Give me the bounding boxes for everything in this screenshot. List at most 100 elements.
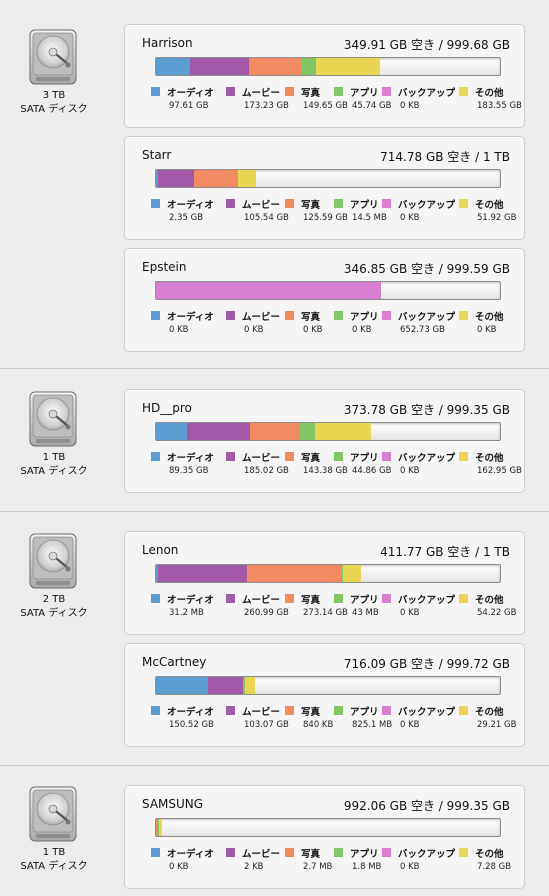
legend-value: 51.92 GB	[477, 213, 517, 223]
legend-label: アプリ	[350, 453, 379, 464]
legend-value: 162.95 GB	[477, 466, 522, 476]
legend-label: ムービー	[242, 312, 281, 323]
legend-value: 44.86 GB	[352, 466, 392, 476]
usage-segment-movies	[157, 565, 248, 582]
legend-label: オーディオ	[167, 453, 214, 464]
legend-label: その他	[475, 595, 504, 606]
section-divider	[0, 368, 549, 369]
legend-label: オーディオ	[167, 707, 214, 718]
legend-swatch	[285, 311, 294, 320]
legend-swatch	[382, 311, 391, 320]
usage-segment-other	[244, 677, 255, 694]
legend-value: 2.7 MB	[303, 862, 333, 872]
usage-segment-photos	[193, 170, 237, 187]
usage-segment-movies	[157, 170, 194, 187]
legend-value: 1.8 MB	[352, 862, 382, 872]
volume-card: HD__pro 373.78 GB 空き / 999.35 GB オーディオ 89…	[124, 389, 525, 493]
volume-free-space: 373.78 GB 空き / 999.35 GB	[343, 403, 510, 417]
hard-drive-icon	[24, 785, 82, 843]
legend-swatch	[459, 199, 468, 208]
legend-swatch	[382, 87, 391, 96]
usage-segment-other	[342, 565, 362, 582]
legend-label: その他	[475, 707, 504, 718]
legend-label: オーディオ	[167, 200, 214, 211]
legend-value: 0 KB	[169, 325, 189, 335]
usage-segment-movies	[189, 58, 250, 75]
usage-bar	[155, 422, 501, 441]
legend-label: バックアップ	[398, 88, 456, 99]
legend-swatch	[226, 199, 235, 208]
legend-label: バックアップ	[398, 453, 456, 464]
disk-type: SATA ディスク	[20, 861, 88, 872]
legend-swatch	[459, 594, 468, 603]
legend-swatch	[226, 87, 235, 96]
disk-capacity: 1 TB	[42, 847, 66, 858]
legend-value: 43 MB	[352, 608, 379, 618]
legend-value: 97.61 GB	[169, 101, 209, 111]
disk-capacity: 3 TB	[42, 90, 66, 101]
usage-segment-movies	[207, 677, 244, 694]
legend-swatch	[285, 87, 294, 96]
legend-swatch	[382, 199, 391, 208]
legend-value: 0 KB	[477, 325, 497, 335]
legend-swatch	[285, 848, 294, 857]
legend-swatch	[334, 311, 343, 320]
usage-bar	[155, 281, 501, 300]
disk-type: SATA ディスク	[20, 608, 88, 619]
section-divider	[0, 511, 549, 512]
legend-label: ムービー	[242, 707, 281, 718]
volume-card: Lenon 411.77 GB 空き / 1 TB オーディオ 31.2 MB ム…	[124, 531, 525, 635]
legend-swatch	[334, 452, 343, 461]
legend-swatch	[285, 594, 294, 603]
legend-label: 写真	[301, 849, 321, 860]
volume-card: McCartney 716.09 GB 空き / 999.72 GB オーディオ …	[124, 643, 525, 747]
legend-label: 写真	[301, 88, 321, 99]
legend-label: オーディオ	[167, 595, 214, 606]
legend-value: 0 KB	[400, 608, 420, 618]
legend-value: 840 KB	[303, 720, 334, 730]
legend-value: 54.22 GB	[477, 608, 517, 618]
legend-value: 45.74 GB	[352, 101, 392, 111]
usage-segment-other	[315, 423, 372, 440]
legend-swatch	[226, 706, 235, 715]
usage-segment-other	[159, 819, 162, 836]
legend-label: バックアップ	[398, 849, 456, 860]
legend-label: バックアップ	[398, 595, 456, 606]
volume-free-space: 411.77 GB 空き / 1 TB	[380, 545, 510, 559]
volume-name: McCartney	[142, 655, 207, 669]
legend-label: 写真	[301, 312, 321, 323]
legend-swatch	[151, 452, 160, 461]
volume-card: Harrison 349.91 GB 空き / 999.68 GB オーディオ 9…	[124, 24, 525, 128]
legend-label: アプリ	[350, 88, 379, 99]
volume-free-space: 714.78 GB 空き / 1 TB	[380, 150, 510, 164]
legend-value: 173.23 GB	[244, 101, 289, 111]
legend-value: 273.14 GB	[303, 608, 348, 618]
legend-label: アプリ	[350, 707, 379, 718]
legend-label: ムービー	[242, 595, 281, 606]
section-divider	[0, 765, 549, 766]
legend-label: その他	[475, 312, 504, 323]
legend-label: オーディオ	[167, 312, 214, 323]
hard-drive-icon	[24, 532, 82, 590]
legend-value: 0 KB	[400, 720, 420, 730]
legend-swatch	[459, 311, 468, 320]
volume-name: SAMSUNG	[142, 797, 204, 811]
legend-value: 14.5 MB	[352, 213, 387, 223]
legend-swatch	[151, 848, 160, 857]
legend-swatch	[382, 452, 391, 461]
legend-value: 0 KB	[400, 213, 420, 223]
legend-label: バックアップ	[398, 312, 456, 323]
legend-swatch	[334, 848, 343, 857]
usage-segment-audio	[156, 58, 190, 75]
legend-value: 29.21 GB	[477, 720, 517, 730]
legend-swatch	[334, 594, 343, 603]
legend-swatch	[334, 199, 343, 208]
usage-bar	[155, 676, 501, 695]
legend-value: 143.38 GB	[303, 466, 348, 476]
usage-legend: オーディオ 0 KB ムービー 0 KB 写真 0 KB アプリ 0 KB バッ…	[151, 310, 511, 338]
legend-value: 7.28 GB	[477, 862, 512, 872]
legend-value: 0 KB	[244, 325, 264, 335]
legend-swatch	[151, 87, 160, 96]
legend-value: 2 KB	[244, 862, 264, 872]
legend-label: アプリ	[350, 200, 379, 211]
